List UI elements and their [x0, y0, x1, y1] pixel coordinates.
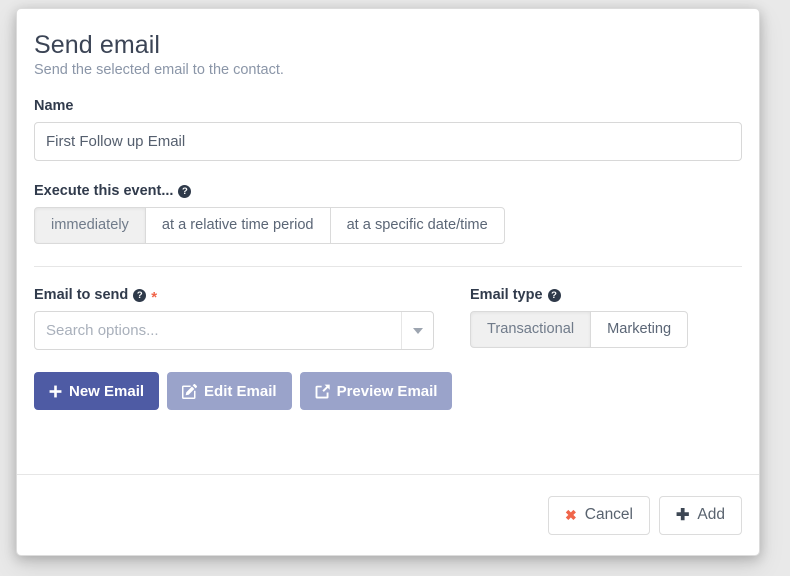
dialog-body: Send email Send the selected email to th… [17, 9, 759, 434]
plus-icon: ✚ [676, 507, 690, 524]
email-action-buttons: New Email Edit Email Preview Email [34, 372, 742, 434]
name-input[interactable] [34, 122, 742, 161]
preview-email-label: Preview Email [336, 382, 438, 400]
email-type-transactional[interactable]: Transactional [470, 311, 592, 348]
dialog-title: Send email [34, 31, 161, 59]
cancel-label: Cancel [584, 506, 633, 523]
required-asterisk: * [151, 288, 158, 306]
edit-email-button[interactable]: Edit Email [167, 372, 292, 410]
question-circle-icon[interactable]: ? [547, 288, 561, 302]
pencil-square-icon [182, 383, 197, 399]
add-label: Add [697, 506, 725, 523]
plus-icon [49, 385, 62, 397]
name-label-text: Name [34, 98, 74, 114]
email-to-send-column: Email to send ? * [34, 287, 434, 350]
section-divider [34, 266, 742, 267]
external-link-icon [315, 384, 330, 398]
email-search-select[interactable] [34, 311, 434, 350]
new-email-label: New Email [69, 382, 145, 400]
email-type-label-text: Email type [470, 287, 543, 303]
question-circle-icon[interactable]: ? [133, 288, 147, 302]
question-circle-icon[interactable]: ? [178, 184, 192, 198]
preview-email-button[interactable]: Preview Email [299, 372, 453, 410]
execute-event-label-text: Execute this event... [34, 183, 174, 199]
email-to-send-label: Email to send ? * [34, 287, 434, 306]
execute-event-label: Execute this event... ? [34, 183, 742, 199]
email-type-column: Email type ? Transactional Marketing [470, 287, 689, 350]
email-to-send-label-text: Email to send [34, 287, 129, 303]
dialog-footer: ✖ Cancel ✚ Add [17, 474, 759, 555]
name-field-label: Name [34, 98, 742, 114]
add-button[interactable]: ✚ Add [659, 495, 742, 535]
email-type-label: Email type ? [470, 287, 688, 303]
execute-option-relative-time[interactable]: at a relative time period [144, 207, 331, 244]
x-icon: ✖ [565, 506, 577, 523]
email-type-marketing[interactable]: Marketing [590, 311, 689, 348]
email-settings-row: Email to send ? * Email type ? Tran [34, 287, 742, 350]
send-email-dialog: Send email Send the selected email to th… [16, 8, 760, 556]
email-type-button-group: Transactional Marketing [470, 311, 689, 348]
cancel-button[interactable]: ✖ Cancel [548, 495, 650, 535]
email-select-wrap [34, 311, 434, 350]
execute-option-immediately[interactable]: immediately [34, 207, 146, 244]
dialog-subtitle: Send the selected email to the contact. [34, 62, 284, 78]
execute-event-button-group: immediately at a relative time period at… [34, 207, 742, 244]
execute-option-specific-datetime[interactable]: at a specific date/time [329, 207, 505, 244]
edit-email-label: Edit Email [204, 382, 277, 400]
new-email-button[interactable]: New Email [34, 372, 160, 410]
name-input-wrap [34, 122, 742, 161]
